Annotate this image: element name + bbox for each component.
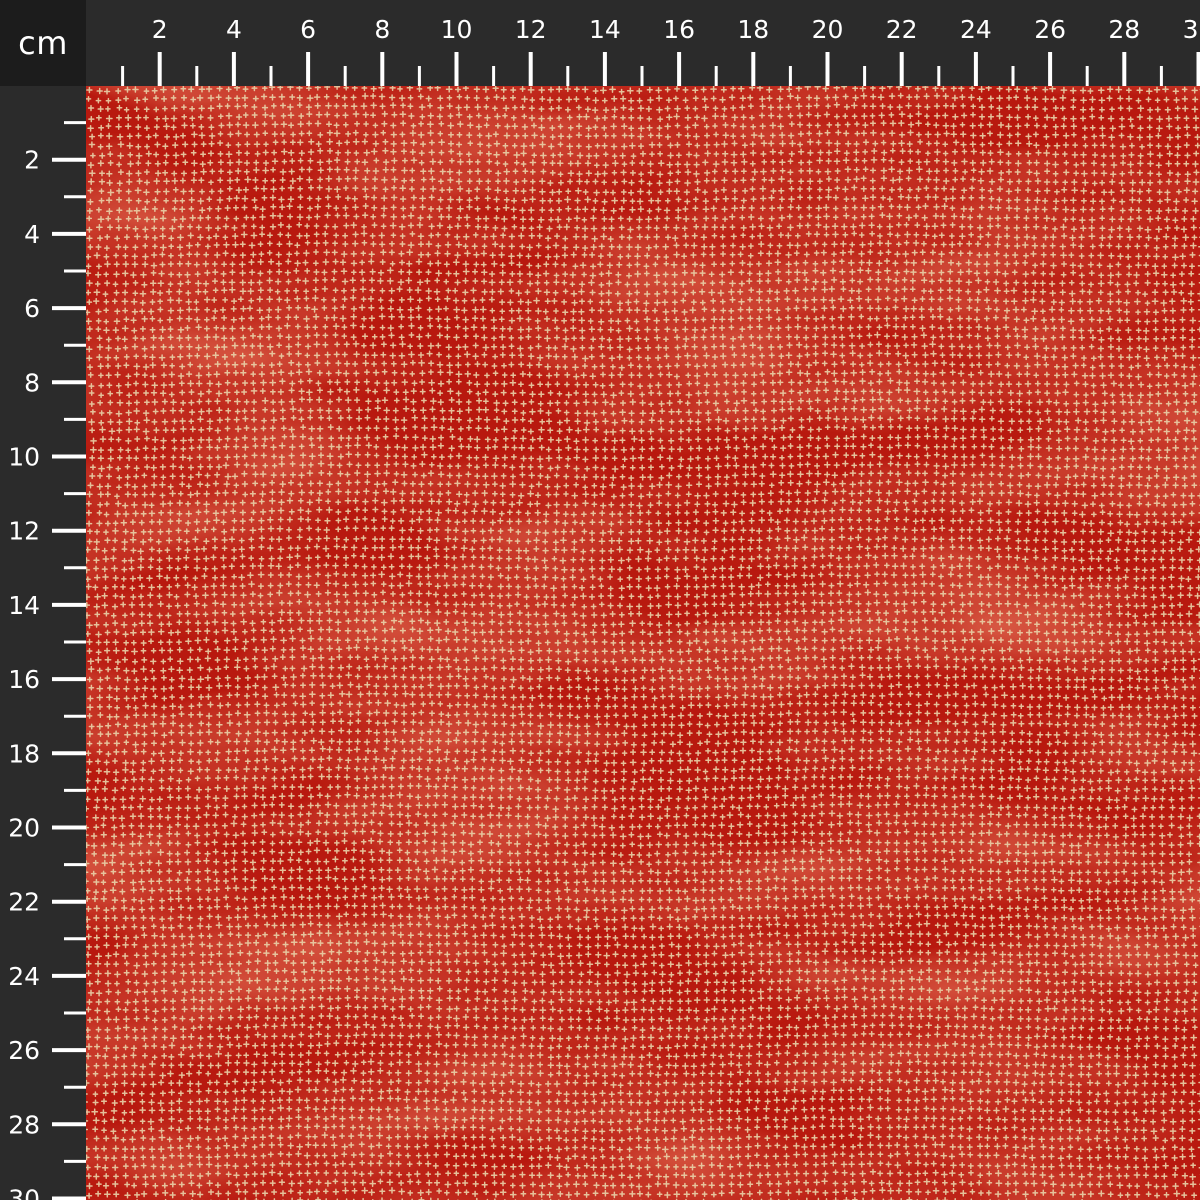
ruler-label-left: 28 [8, 1110, 40, 1139]
unit-label: cm [0, 0, 86, 86]
ruler-label-left: 8 [24, 368, 40, 397]
ruler-label-top: 28 [1108, 15, 1140, 44]
ruler-label-top: 4 [226, 15, 242, 44]
ruler-label-top: 6 [300, 15, 316, 44]
ruler-label-left: 26 [8, 1036, 40, 1065]
ruler-label-left: 10 [8, 443, 40, 472]
ruler-label-left: 6 [24, 294, 40, 323]
ruler-label-left: 22 [8, 888, 40, 917]
ruler-label-top: 20 [812, 15, 844, 44]
ruler-label-left: 2 [24, 146, 40, 175]
fabric-pattern-svg [86, 86, 1200, 1200]
fabric-swatch-viewer: cm 24681012141618202224262830 2468101214… [0, 0, 1200, 1200]
ruler-label-left: 18 [8, 739, 40, 768]
ruler-label-top: 12 [515, 15, 547, 44]
ruler-label-top: 30 [1183, 15, 1200, 44]
vertical-ruler: 2 4 6 8 10 12 14 16 18 20 22 24 26 28 30 [0, 86, 86, 1200]
ruler-label-left: 16 [8, 665, 40, 694]
horizontal-ruler: 24681012141618202224262830 [86, 0, 1200, 86]
ruler-label-left: 24 [8, 962, 40, 991]
vertical-ruler-svg: 24681012141618202224262830 [8, 121, 86, 1200]
horizontal-ruler-svg: 24681012141618202224262830 [121, 15, 1200, 86]
ruler-label-top: 22 [886, 15, 918, 44]
ruler-label-top: 16 [663, 15, 695, 44]
ruler-label-left: 14 [8, 591, 40, 620]
ruler-label-top: 10 [441, 15, 473, 44]
ruler-label-top: 24 [960, 15, 992, 44]
ruler-label-left: 30 [8, 1185, 40, 1200]
ruler-label-top: 18 [737, 15, 769, 44]
ruler-label-left: 4 [24, 220, 40, 249]
unit-text: cm [18, 24, 68, 62]
fabric-pattern-swatch [86, 86, 1200, 1200]
ruler-label-top: 2 [152, 15, 168, 44]
ruler-label-top: 14 [589, 15, 621, 44]
ruler-label-top: 26 [1034, 15, 1066, 44]
ruler-label-top: 8 [374, 15, 390, 44]
ruler-label-left: 12 [8, 517, 40, 546]
ruler-label-left: 20 [8, 814, 40, 843]
